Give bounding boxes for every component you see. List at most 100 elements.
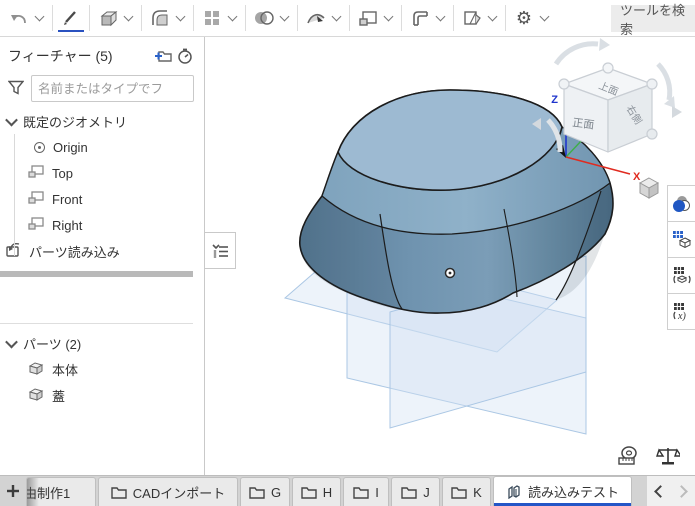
export-button[interactable] xyxy=(459,4,485,32)
view-orientation-cube-button[interactable] xyxy=(636,175,662,201)
folder-icon xyxy=(249,486,265,499)
search-tools-box[interactable]: ツールを検索 xyxy=(611,5,695,32)
scroll-tabs-right-button[interactable] xyxy=(675,485,688,498)
add-tab-button[interactable] xyxy=(0,476,26,506)
tree-node-default-geometry[interactable]: 既定のジオメトリ xyxy=(0,108,204,134)
sketch-button[interactable] xyxy=(58,4,84,32)
right-panel-strip: x) xyxy=(667,185,695,330)
undo-dropdown[interactable] xyxy=(32,5,47,31)
plane-icon xyxy=(28,165,44,181)
tab-folder-h[interactable]: H xyxy=(292,477,341,506)
tree-node-front[interactable]: Front xyxy=(0,186,204,212)
parts-section-header[interactable]: パーツ (2) xyxy=(0,330,204,356)
tab-folder-i[interactable]: I xyxy=(343,477,389,506)
mass-properties-button[interactable] xyxy=(655,444,681,468)
export-dropdown[interactable] xyxy=(485,5,500,31)
folder-icon xyxy=(451,486,467,499)
tab-scroll-controls xyxy=(647,476,695,506)
fillet-button[interactable] xyxy=(147,4,173,32)
tree-indent-guide xyxy=(14,134,15,256)
toolbar-divider xyxy=(401,5,402,31)
tree-node-origin[interactable]: Origin xyxy=(0,134,204,160)
feature-list-icon xyxy=(211,242,229,259)
onshape-part-studio-window: Z Y X 上面 正面 右側 xyxy=(0,0,695,506)
extrude-dropdown[interactable] xyxy=(121,5,136,31)
pattern-button[interactable] xyxy=(199,4,225,32)
measure-icon xyxy=(615,445,641,467)
tab-import-test-active[interactable]: 読み込みテスト xyxy=(493,476,632,506)
toolbar-divider xyxy=(349,5,350,31)
history-button[interactable] xyxy=(174,47,196,65)
svg-text:x): x) xyxy=(677,311,686,321)
undo-button[interactable] xyxy=(6,4,32,32)
sheet-metal-dropdown[interactable] xyxy=(433,5,448,31)
origin-icon xyxy=(34,142,45,153)
toolbar-divider xyxy=(453,5,454,31)
tree-node-top[interactable]: Top xyxy=(0,160,204,186)
add-folder-button[interactable] xyxy=(152,47,174,65)
settings-gear-icon: ⚙ xyxy=(516,9,532,27)
boolean-dropdown[interactable] xyxy=(277,5,292,31)
datum-plane-button[interactable] xyxy=(355,4,381,32)
sheet-metal-button[interactable] xyxy=(407,4,433,32)
feature-list-toggle-button[interactable] xyxy=(205,232,236,269)
part-icon xyxy=(28,387,44,404)
scroll-tabs-left-button[interactable] xyxy=(654,485,667,498)
search-tools-placeholder: ツールを検索 xyxy=(620,0,695,38)
toolbar-divider xyxy=(505,5,506,31)
part-studio-icon xyxy=(506,484,522,499)
document-tab-bar: 自由制作1 CADインポート G H I J xyxy=(0,475,695,506)
toolbar-divider xyxy=(141,5,142,31)
feature-toolbar: ⚙ ツールを検索 xyxy=(0,0,695,37)
configured-features-icon xyxy=(672,266,692,285)
rotate-right-arrow-icon xyxy=(672,106,682,118)
settings-gear-button[interactable]: ⚙ xyxy=(511,4,537,32)
chevron-down-icon[interactable] xyxy=(5,335,18,348)
tab-scroll-fade xyxy=(27,478,39,506)
analysis-toolbar xyxy=(615,444,681,468)
rollback-bar[interactable] xyxy=(0,271,193,277)
feature-import-parts[interactable]: パーツ読み込み xyxy=(0,238,204,264)
fillet-dropdown[interactable] xyxy=(173,5,188,31)
sidebar-divider xyxy=(0,323,193,324)
toolbar-divider xyxy=(245,5,246,31)
configuration-table-button[interactable] xyxy=(668,222,695,258)
folder-icon xyxy=(301,486,317,499)
toolbar-divider xyxy=(297,5,298,31)
folder-icon xyxy=(353,486,369,499)
appearance-icon xyxy=(673,196,691,212)
appearance-panel-button[interactable] xyxy=(668,186,695,222)
tab-folder-j[interactable]: J xyxy=(391,477,440,506)
configured-features-button[interactable] xyxy=(668,258,695,294)
boolean-button[interactable] xyxy=(251,4,277,32)
toolbar-divider xyxy=(89,5,90,31)
tree-node-right[interactable]: Right xyxy=(0,212,204,238)
part-item-body[interactable]: 本体 xyxy=(0,356,204,382)
tab-folder-g[interactable]: G xyxy=(240,477,290,506)
extrude-button[interactable] xyxy=(95,4,121,32)
chevron-down-icon[interactable] xyxy=(5,113,18,126)
mass-properties-icon xyxy=(656,445,680,467)
folder-icon xyxy=(401,486,417,499)
feature-filter-input[interactable] xyxy=(31,75,194,102)
tab-part-studio-1[interactable]: 自由制作1 xyxy=(26,477,96,506)
rotate-arrow-right-icon xyxy=(658,64,670,100)
tab-folder-k[interactable]: K xyxy=(442,477,491,506)
feature-list-panel: フィーチャー (5) 既定のジオメトリ Ori xyxy=(0,37,205,475)
measure-button[interactable] xyxy=(615,444,641,468)
feature-list-title: フィーチャー (5) xyxy=(8,46,152,66)
loft-button[interactable] xyxy=(303,4,329,32)
datum-plane-dropdown[interactable] xyxy=(381,5,396,31)
pattern-dropdown[interactable] xyxy=(225,5,240,31)
variables-table-button[interactable]: x) xyxy=(668,294,695,330)
part-item-lid[interactable]: 蓋 xyxy=(0,382,204,408)
cube-icon xyxy=(637,176,661,200)
filter-funnel-icon xyxy=(8,80,24,98)
settings-dropdown[interactable] xyxy=(537,5,552,31)
rotate-arrow-top-left-icon xyxy=(556,44,598,64)
axis-z-label: Z xyxy=(551,94,558,106)
plane-icon xyxy=(28,217,44,233)
tab-cad-import[interactable]: CADインポート xyxy=(98,477,238,506)
loft-dropdown[interactable] xyxy=(329,5,344,31)
toolbar-divider xyxy=(52,5,53,31)
